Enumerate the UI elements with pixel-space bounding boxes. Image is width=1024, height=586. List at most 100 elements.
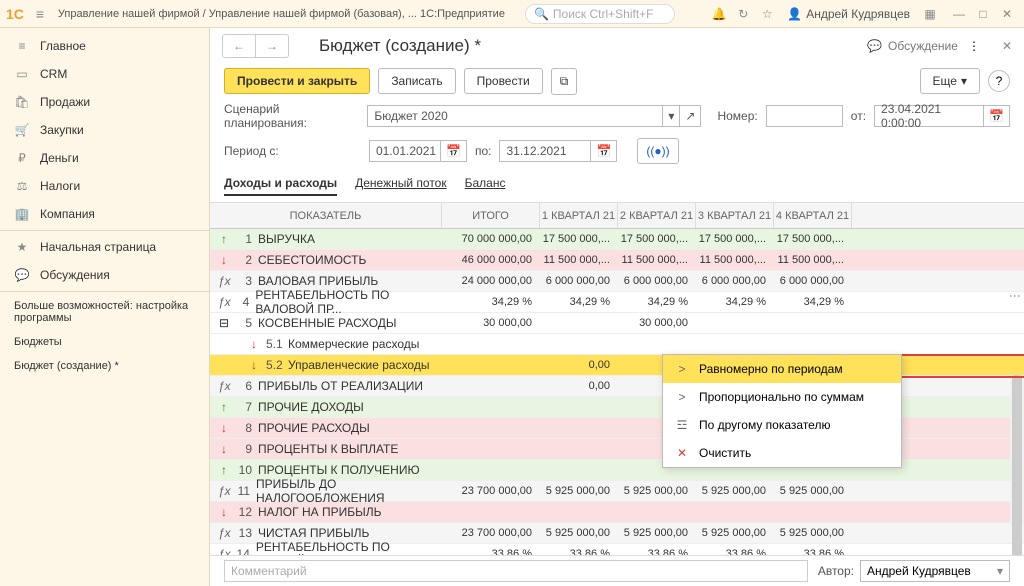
sidebar-item[interactable]: 🏢Компания bbox=[0, 200, 209, 228]
grid-icon[interactable]: ▦ bbox=[918, 2, 942, 26]
bell-icon[interactable]: 🔔 bbox=[707, 2, 731, 26]
indicator-cell[interactable]: ƒx3ВАЛОВАЯ ПРИБЫЛЬ bbox=[210, 274, 442, 288]
menu-item-icon: ☲ bbox=[675, 418, 689, 432]
sidebar-link[interactable]: 💬Обсуждения bbox=[0, 261, 209, 289]
indicator-cell[interactable]: ↑1ВЫРУЧКА bbox=[210, 232, 442, 246]
comment-input[interactable]: Комментарий bbox=[224, 560, 808, 582]
col-indicator[interactable]: ПОКАЗАТЕЛЬ bbox=[210, 203, 442, 228]
indicator-cell[interactable]: ⊟5КОСВЕННЫЕ РАСХОДЫ bbox=[210, 316, 442, 330]
kebab-icon[interactable]: ⋮ bbox=[968, 39, 980, 53]
back-button[interactable]: ← bbox=[223, 35, 256, 57]
search-input[interactable]: 🔍 Поиск Ctrl+Shift+F bbox=[525, 4, 675, 24]
indicator-cell[interactable]: ↓9ПРОЦЕНТЫ К ВЫПЛАТЕ bbox=[210, 442, 442, 456]
table-row[interactable]: ƒx11ПРИБЫЛЬ ДО НАЛОГООБЛОЖЕНИЯ 23 700 00… bbox=[210, 481, 1024, 502]
forward-button[interactable]: → bbox=[256, 35, 288, 57]
structure-button[interactable]: ⧉ bbox=[551, 68, 578, 95]
sidebar-icon: ≡ bbox=[14, 39, 30, 53]
sidebar-item[interactable]: 🛍Продажи bbox=[0, 88, 209, 116]
col-q1[interactable]: 1 КВАРТАЛ 21 bbox=[540, 203, 618, 228]
sidebar-link[interactable]: ★Начальная страница bbox=[0, 233, 209, 261]
number-label: Номер: bbox=[717, 109, 757, 123]
indicator-cell[interactable]: ƒx14РЕНТАБЕЛЬНОСТЬ ПО ЧИСТОЙ ПР... bbox=[210, 540, 442, 556]
table-row[interactable]: ↓2СЕБЕСТОИМОСТЬ 46 000 000,0011 500 000,… bbox=[210, 250, 1024, 271]
sidebar-item[interactable]: 🛒Закупки bbox=[0, 116, 209, 144]
indicator-cell[interactable]: ƒx13ЧИСТАЯ ПРИБЫЛЬ bbox=[210, 526, 442, 540]
indicator-cell[interactable]: ↓2СЕБЕСТОИМОСТЬ bbox=[210, 253, 442, 267]
post-and-close-button[interactable]: Провести и закрыть bbox=[224, 68, 370, 94]
indicator-cell[interactable]: ↑7ПРОЧИЕ ДОХОДЫ bbox=[210, 400, 442, 414]
side-handle[interactable]: ⋮ bbox=[1008, 290, 1022, 304]
menu-icon[interactable]: ≡ bbox=[36, 6, 52, 22]
scenario-input[interactable]: Бюджет 2020 bbox=[367, 105, 663, 127]
table-row[interactable]: ⊟5КОСВЕННЫЕ РАСХОДЫ 30 000,0030 000,00 bbox=[210, 313, 1024, 334]
nav-back-forward[interactable]: ← → bbox=[222, 34, 289, 58]
close-button[interactable]: ✕ bbox=[996, 4, 1018, 24]
context-menu-item[interactable]: ✕ Очистить bbox=[663, 439, 901, 467]
scenario-dropdown[interactable]: ▾ bbox=[662, 105, 680, 127]
table-row[interactable]: ƒx4РЕНТАБЕЛЬНОСТЬ ПО ВАЛОВОЙ ПР... 34,29… bbox=[210, 292, 1024, 313]
calendar-icon[interactable]: 📅 bbox=[590, 140, 617, 162]
maximize-button[interactable]: □ bbox=[972, 4, 994, 24]
period-label: Период с: bbox=[224, 144, 339, 158]
indicator-cell[interactable]: ↑10ПРОЦЕНТЫ К ПОЛУЧЕНИЮ bbox=[210, 463, 442, 477]
context-menu-item[interactable]: > Равномерно по периодам bbox=[663, 355, 901, 383]
sidebar-item[interactable]: ⚖Налоги bbox=[0, 172, 209, 200]
col-q4[interactable]: 4 КВАРТАЛ 21 bbox=[774, 203, 852, 228]
table-row[interactable]: ƒx14РЕНТАБЕЛЬНОСТЬ ПО ЧИСТОЙ ПР... 33,86… bbox=[210, 544, 1024, 556]
indicator-cell[interactable]: ƒx4РЕНТАБЕЛЬНОСТЬ ПО ВАЛОВОЙ ПР... bbox=[210, 288, 442, 316]
sidebar-icon: 🏢 bbox=[14, 207, 30, 221]
tab-income-expense[interactable]: Доходы и расходы bbox=[224, 176, 337, 196]
scrollbar[interactable] bbox=[1010, 375, 1024, 525]
sidebar-extra-link[interactable]: Бюджеты bbox=[0, 330, 209, 354]
sidebar-item[interactable]: ▭CRM bbox=[0, 60, 209, 88]
table-row[interactable]: ↓12НАЛОГ НА ПРИБЫЛЬ bbox=[210, 502, 1024, 523]
context-menu-item[interactable]: ☲ По другому показателю bbox=[663, 411, 901, 439]
refresh-button[interactable]: ((●)) bbox=[637, 138, 678, 164]
tab-cashflow[interactable]: Денежный поток bbox=[355, 176, 446, 196]
from-label: от: bbox=[851, 109, 866, 123]
sidebar-item[interactable]: ≡Главное bbox=[0, 32, 209, 60]
history-icon[interactable]: ↻ bbox=[731, 2, 755, 26]
sidebar-item[interactable]: ₽Деньги bbox=[0, 144, 209, 172]
indicator-cell[interactable]: ↓12НАЛОГ НА ПРИБЫЛЬ bbox=[210, 505, 442, 519]
tab-balance[interactable]: Баланс bbox=[465, 176, 506, 196]
table-row[interactable]: ↑1ВЫРУЧКА 70 000 000,0017 500 000,...17 … bbox=[210, 229, 1024, 250]
close-page-button[interactable]: ✕ bbox=[1002, 39, 1012, 53]
period-to-label: по: bbox=[475, 144, 492, 158]
indicator-cell[interactable]: ↓5.1Коммерческие расходы bbox=[210, 337, 442, 351]
user-menu[interactable]: 👤 Андрей Кудрявцев bbox=[787, 7, 910, 21]
chat-icon: 💬 bbox=[867, 39, 882, 53]
help-button[interactable]: ? bbox=[988, 70, 1010, 92]
tabs: Доходы и расходы Денежный поток Баланс bbox=[210, 168, 1024, 203]
menu-item-icon: ✕ bbox=[675, 446, 689, 460]
indicator-cell[interactable]: ↓8ПРОЧИЕ РАСХОДЫ bbox=[210, 421, 442, 435]
col-total[interactable]: ИТОГО bbox=[442, 203, 540, 228]
sidebar-extra-link[interactable]: Больше возможностей: настройка программы bbox=[0, 294, 209, 330]
search-icon: 🔍 bbox=[534, 7, 549, 21]
sidebar-icon: 🛒 bbox=[14, 123, 30, 137]
date-picker-icon[interactable]: 📅 bbox=[983, 105, 1010, 127]
calendar-icon[interactable]: 📅 bbox=[440, 140, 467, 162]
chevron-down-icon: ▾ bbox=[961, 74, 967, 88]
context-menu-item[interactable]: > Пропорционально по суммам bbox=[663, 383, 901, 411]
post-button[interactable]: Провести bbox=[464, 68, 543, 94]
number-input[interactable] bbox=[766, 105, 843, 127]
more-button[interactable]: Еще▾ bbox=[920, 68, 980, 94]
indicator-cell[interactable]: ƒx6ПРИБЫЛЬ ОТ РЕАЛИЗАЦИИ bbox=[210, 379, 442, 393]
col-q3[interactable]: 3 КВАРТАЛ 21 bbox=[696, 203, 774, 228]
save-button[interactable]: Записать bbox=[378, 68, 455, 94]
discuss-button[interactable]: 💬 Обсуждение bbox=[867, 39, 958, 53]
author-input[interactable]: Андрей Кудрявцев▾ bbox=[860, 560, 1010, 582]
col-q2[interactable]: 2 КВАРТАЛ 21 bbox=[618, 203, 696, 228]
indicator-cell[interactable]: ↓5.2Управленческие расходы bbox=[210, 358, 442, 372]
minimize-button[interactable]: — bbox=[948, 4, 970, 24]
period-from-input[interactable]: 01.01.2021 bbox=[369, 140, 441, 162]
star-icon[interactable]: ☆ bbox=[755, 2, 779, 26]
indicator-cell[interactable]: ƒx11ПРИБЫЛЬ ДО НАЛОГООБЛОЖЕНИЯ bbox=[210, 477, 442, 505]
sidebar-extra-link[interactable]: Бюджет (создание) * bbox=[0, 354, 209, 378]
scenario-open[interactable]: ↗ bbox=[679, 105, 701, 127]
sidebar-icon: 🛍 bbox=[14, 95, 30, 109]
table-row[interactable]: ↓5.1Коммерческие расходы bbox=[210, 334, 1024, 355]
period-to-input[interactable]: 31.12.2021 bbox=[499, 140, 591, 162]
date-input[interactable]: 23.04.2021 0:00:00 bbox=[874, 105, 984, 127]
